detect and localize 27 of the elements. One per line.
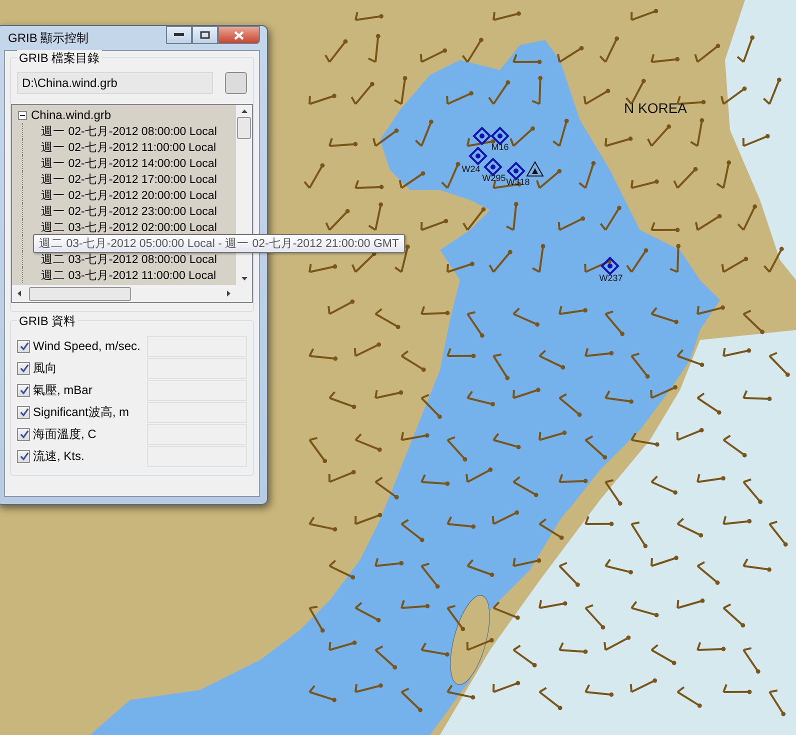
tree-item[interactable]: 週二 03-七月-2012 02:00:00 Local [41, 220, 217, 234]
tooltip: 週二 03-七月-2012 05:00:00 Local - 週一 02-七月-2012 21:00:00 GMT [33, 234, 406, 253]
file-path-field[interactable]: D:\China.wind.grb [17, 72, 213, 94]
data-label: 海面溫度, C [33, 426, 98, 442]
waypoint-label: W295 [482, 173, 506, 183]
tree-item[interactable]: 週一 02-七月-2012 20:00:00 Local [41, 188, 217, 202]
data-label: 風向 [33, 360, 58, 376]
tree-item[interactable]: 週二 03-七月-2012 11:00:00 Local [41, 268, 216, 282]
data-label: Significant波高, m [33, 404, 130, 420]
tree-item[interactable]: 週二 03-七月-2012 08:00:00 Local [41, 252, 217, 266]
group-title: GRIB 檔案目錄 [17, 50, 102, 67]
tree-root-item[interactable]: China.wind.grb [31, 108, 112, 122]
tree-item[interactable]: 週一 02-七月-2012 17:00:00 Local [41, 172, 217, 186]
tree-item[interactable]: 週一 02-七月-2012 08:00:00 Local [41, 124, 217, 138]
data-label: Wind Speed, m/sec. [33, 339, 142, 353]
waypoint-label: W318 [506, 177, 530, 187]
tree-item[interactable]: 週一 02-七月-2012 23:00:00 Local [41, 204, 217, 218]
data-label: 氣壓, mBar [33, 382, 94, 398]
waypoint-label: M16 [491, 142, 509, 152]
tree-item[interactable]: 週一 02-七月-2012 11:00:00 Local [41, 140, 216, 154]
data-label: 流速, Kts. [33, 448, 86, 464]
country-label: N KOREA [624, 100, 688, 116]
dialog-title: GRIB 顯示控制 [8, 30, 89, 46]
tree-item[interactable]: 週一 02-七月-2012 14:00:00 Local [41, 156, 217, 170]
waypoint-label: W237 [599, 273, 623, 283]
waypoint-label: W24 [462, 164, 480, 174]
group-title: GRIB 資料 [17, 313, 78, 330]
